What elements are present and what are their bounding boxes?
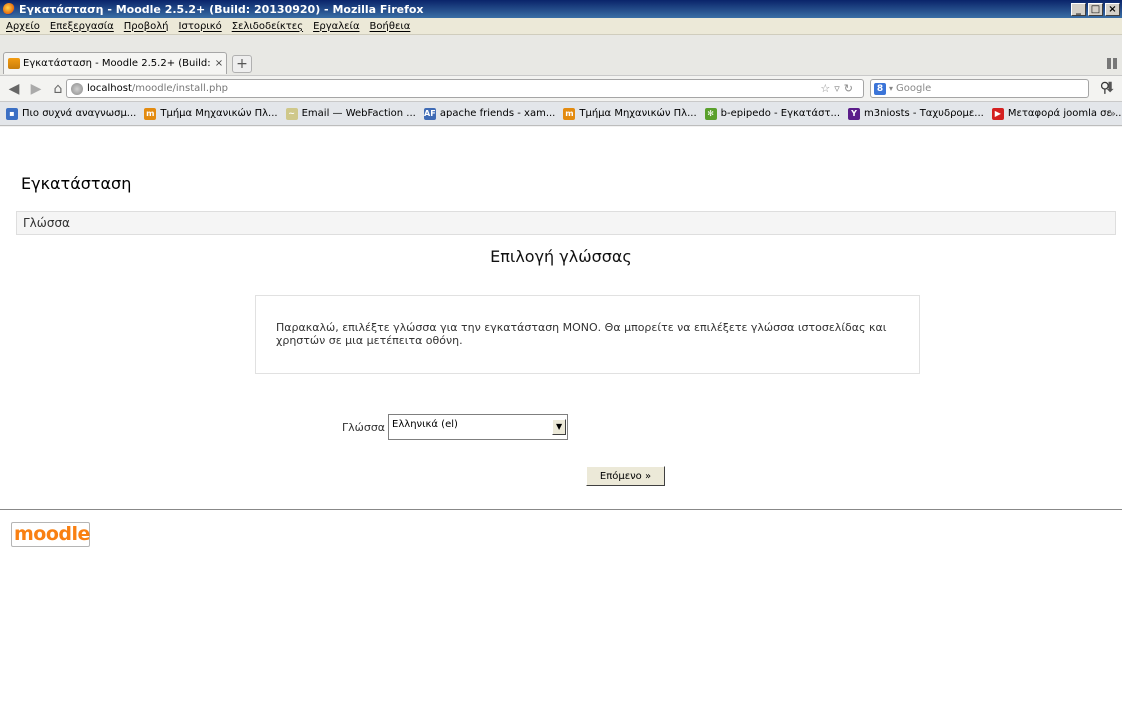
apache-friends-icon: AF <box>423 107 436 120</box>
page-content: Εγκατάσταση Γλώσσα Επιλογή γλώσσας Παρακ… <box>0 127 1122 725</box>
bookmark-item[interactable]: ▶ Μεταφορά joomla σε ... <box>991 107 1122 120</box>
notice-box: Παρακαλώ, επιλέξτε γλώσσα για την εγκατά… <box>255 295 920 374</box>
address-bar[interactable]: localhost/moodle/install.php ☆▿↻ <box>66 79 864 98</box>
language-label: Γλώσσα <box>342 420 386 434</box>
url-path: /moodle/install.php <box>131 83 229 94</box>
back-arrow-icon[interactable]: ◀ <box>6 81 22 97</box>
language-select[interactable]: Ελληνικά (el) ▼ <box>388 414 569 440</box>
navigation-bar: ◀ ▶ ⌂ localhost/moodle/install.php ☆▿↻ 8… <box>0 75 1122 102</box>
menu-view[interactable]: Προβολή <box>124 21 169 32</box>
home-icon[interactable]: ⌂ <box>50 81 66 97</box>
bookmark-icon: ▪ <box>6 107 18 120</box>
menu-file[interactable]: Αρχείο <box>6 21 40 32</box>
google-icon[interactable]: 8 <box>874 82 886 95</box>
menu-history[interactable]: Ιστορικό <box>179 21 222 32</box>
close-icon[interactable]: × <box>212 58 226 69</box>
tab-label: Εγκατάσταση - Moodle 2.5.2+ (Build: 2013… <box>23 58 212 69</box>
moodle-icon: m <box>144 107 157 120</box>
moodle-icon: m <box>563 107 576 120</box>
menu-bar: Αρχείο Επεξεργασία Προβολή Ιστορικό Σελι… <box>0 18 1122 35</box>
window-controls: _ □ × <box>1071 2 1120 16</box>
language-select-value: Ελληνικά (el) <box>392 419 458 430</box>
menu-edit[interactable]: Επεξεργασία <box>50 21 114 32</box>
webfaction-icon: ~ <box>285 107 298 120</box>
tab-groups-icon[interactable] <box>1107 58 1119 69</box>
maximize-button[interactable]: □ <box>1088 2 1103 16</box>
notice-text: Παρακαλώ, επιλέξτε γλώσσα για την εγκατά… <box>276 321 887 347</box>
site-identity-icon[interactable] <box>71 82 83 95</box>
bookmarks-toolbar: ▪ Πιο συχνά αναγνωσμ... m Τμήμα Μηχανικών … <box>0 102 1122 126</box>
chevron-down-icon[interactable]: ▼ <box>552 419 567 435</box>
language-row: Γλώσσα Ελληνικά (el) ▼ <box>342 414 569 440</box>
download-icon[interactable]: ⬇ <box>1104 80 1116 96</box>
menu-tools[interactable]: Εργαλεία <box>313 21 359 32</box>
chevron-right-icon[interactable]: » <box>1109 107 1116 120</box>
next-button[interactable]: Επόμενο » <box>586 466 665 486</box>
menu-help[interactable]: Βοήθεια <box>370 21 411 32</box>
minimize-button[interactable]: _ <box>1071 2 1086 16</box>
bookmark-item[interactable]: AF apache friends - xam... <box>423 107 555 120</box>
window-title-bar: Εγκατάσταση - Moodle 2.5.2+ (Build: 2013… <box>0 0 1122 18</box>
yahoo-icon: Y <box>848 107 861 120</box>
joomla-icon: ✻ <box>704 107 717 120</box>
bookmark-item[interactable]: m Τμήμα Μηχανικών Πλ... <box>563 107 697 120</box>
star-icon[interactable]: ☆▿↻ <box>820 82 857 95</box>
section-title: Επιλογή γλώσσας <box>490 247 632 266</box>
forward-arrow-icon[interactable]: ▶ <box>28 81 44 97</box>
bookmark-item[interactable]: ✻ b-epipedo - Εγκατάστ... <box>704 107 840 120</box>
search-bar[interactable]: 8 ▾ Google ⚲ <box>870 79 1110 98</box>
new-tab-button[interactable]: + <box>232 55 252 73</box>
window-title: Εγκατάσταση - Moodle 2.5.2+ (Build: 2013… <box>19 2 424 16</box>
url-host: localhost <box>87 83 132 94</box>
menu-bookmarks[interactable]: Σελιδοδείκτες <box>232 21 303 32</box>
page-title: Εγκατάσταση <box>21 174 132 193</box>
search-engine-dropdown-icon[interactable]: ▾ <box>889 84 893 93</box>
bookmark-item[interactable]: m Τμήμα Μηχανικών Πλ... <box>144 107 278 120</box>
bookmark-item[interactable]: ~ Email — WebFaction ... <box>285 107 416 120</box>
close-button[interactable]: × <box>1105 2 1120 16</box>
firefox-icon <box>3 3 15 15</box>
youtube-icon: ▶ <box>991 107 1004 120</box>
footer-divider <box>0 509 1122 510</box>
tab-install[interactable]: Εγκατάσταση - Moodle 2.5.2+ (Build: 2013… <box>3 52 227 74</box>
bookmark-item[interactable]: ▪ Πιο συχνά αναγνωσμ... <box>6 107 136 120</box>
moodle-logo[interactable]: moodle <box>11 522 90 547</box>
moodle-icon <box>8 58 20 69</box>
tab-bar: Εγκατάσταση - Moodle 2.5.2+ (Build: 2013… <box>0 35 1122 75</box>
bookmark-item[interactable]: Ym3niosts - Ταχυδρομε... <box>848 107 984 120</box>
search-input[interactable]: Google <box>896 83 931 94</box>
breadcrumb: Γλώσσα <box>16 211 1116 235</box>
